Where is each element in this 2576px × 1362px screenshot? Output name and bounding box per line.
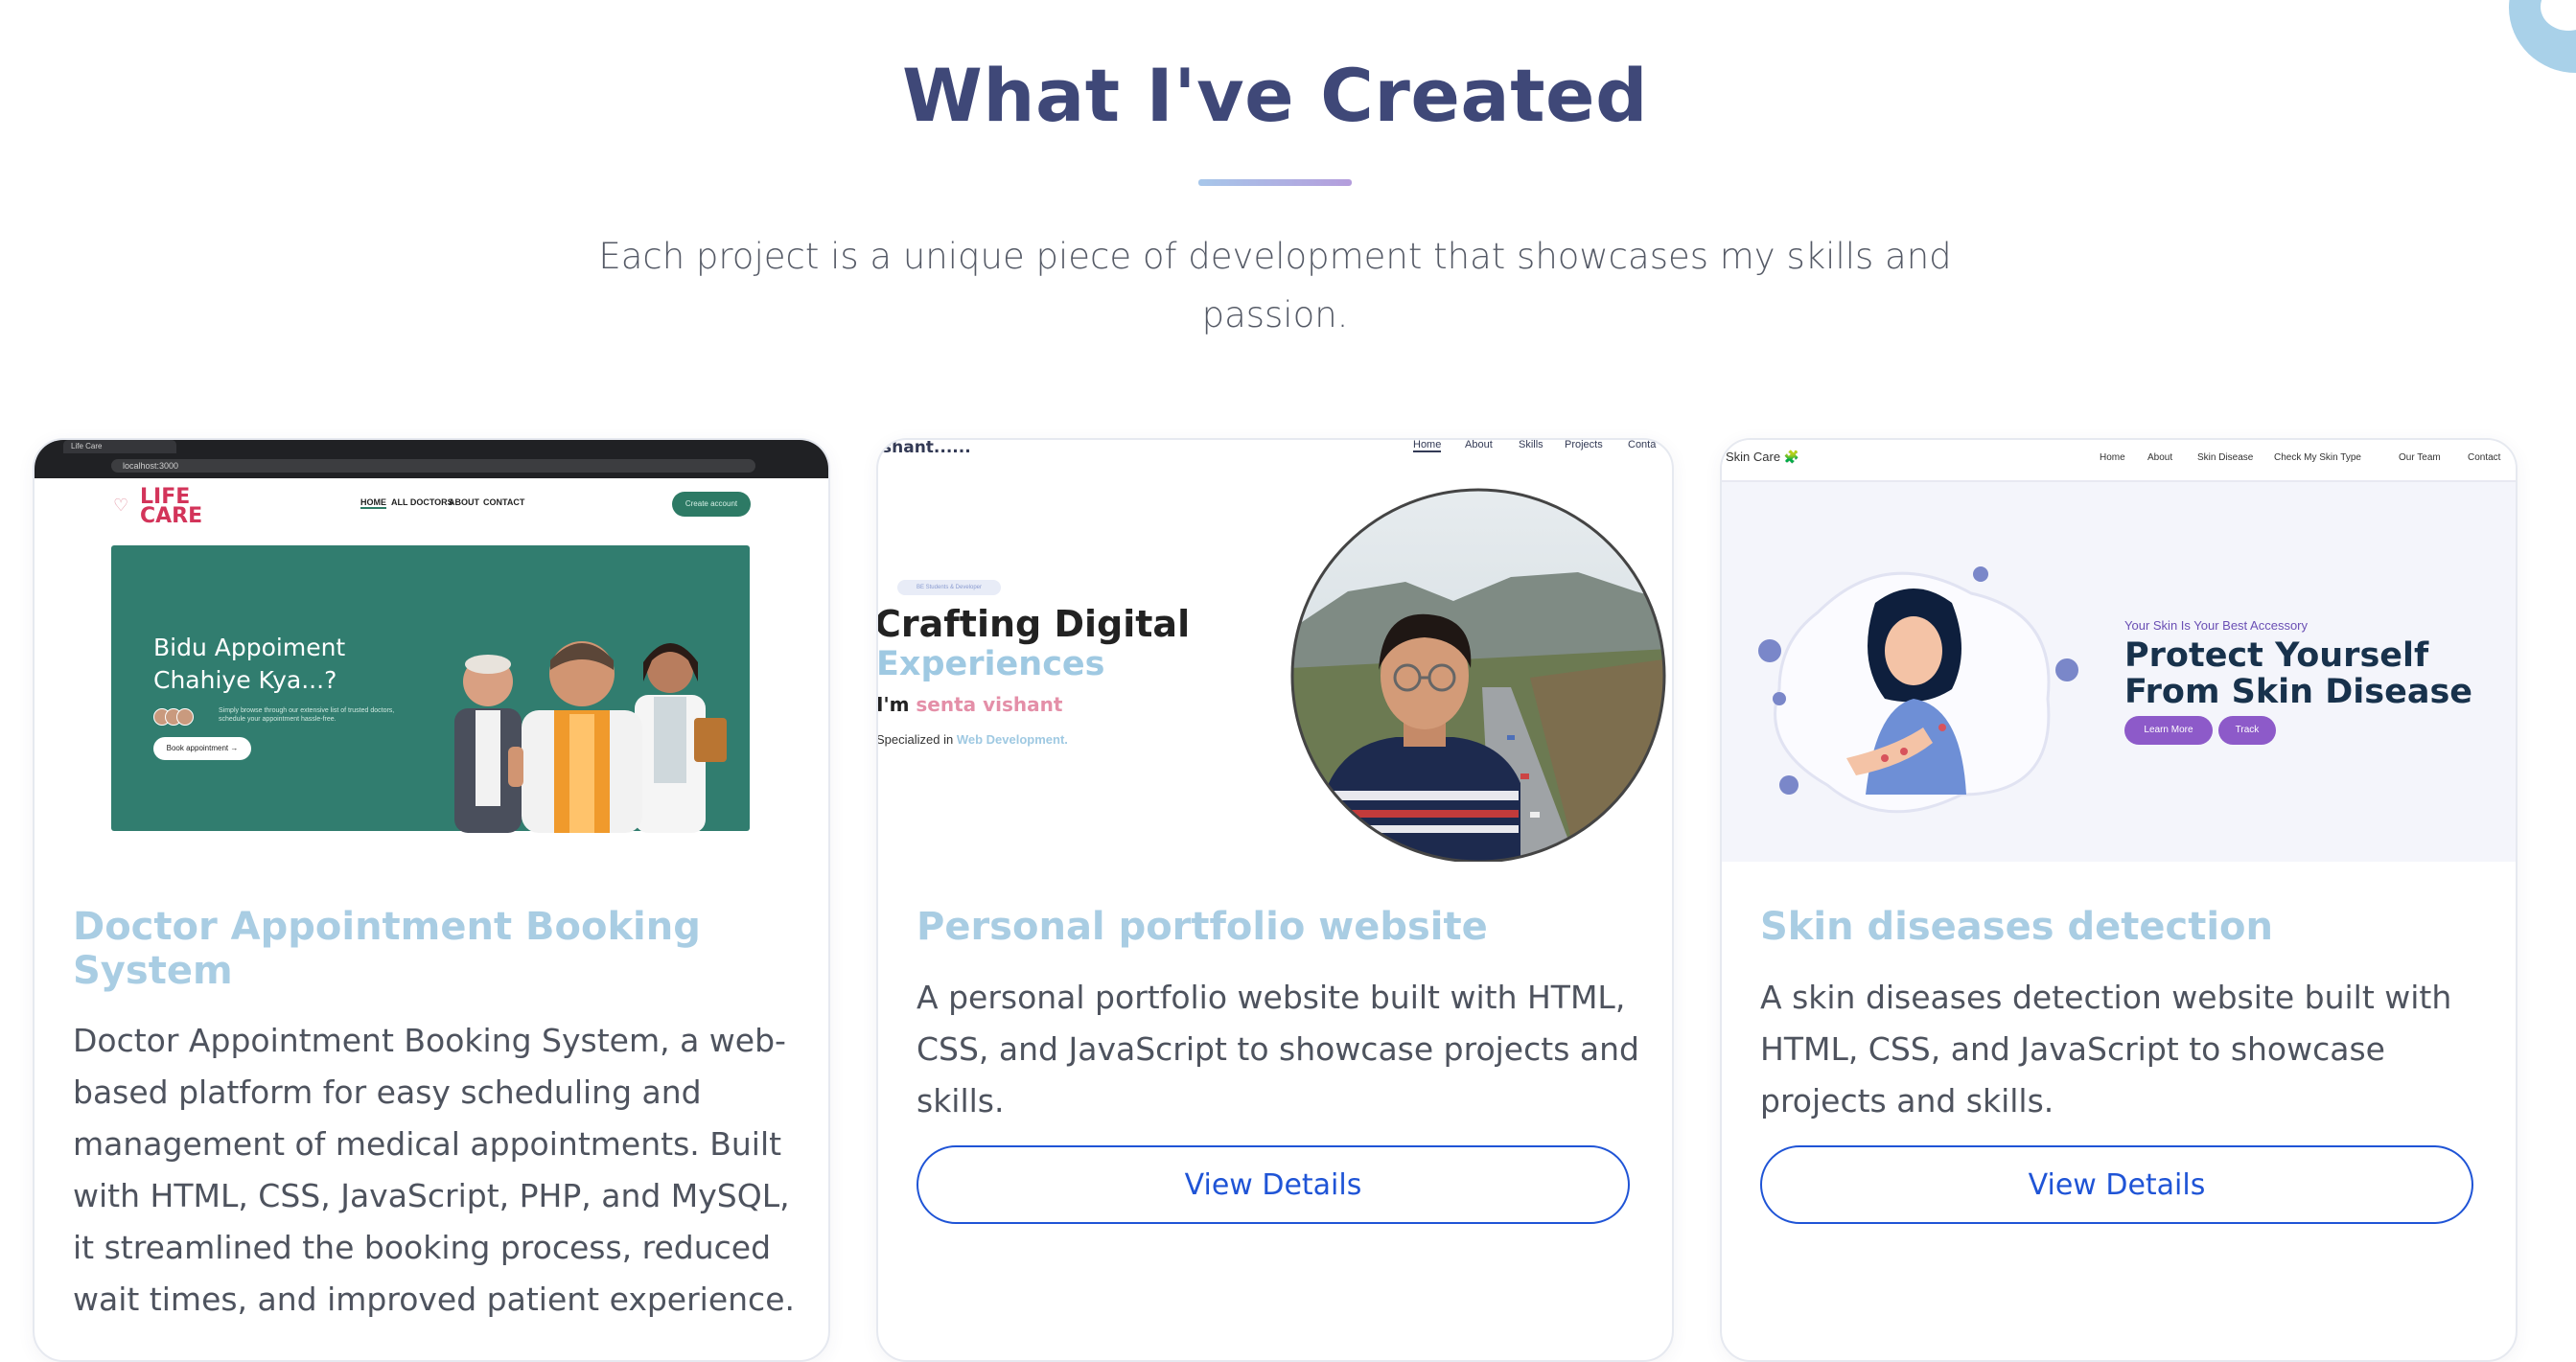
lifecare-menu-contact: CONTACT xyxy=(483,497,525,507)
portfolio-intro-name: senta vishant xyxy=(916,693,1063,716)
project-description: A skin diseases detection website built … xyxy=(1760,979,2452,1120)
skincare-track-button: Track xyxy=(2218,716,2276,745)
lifecare-menu-home: HOME xyxy=(360,497,386,509)
lifecare-menu-about: ABOUT xyxy=(449,497,479,507)
avatar-group xyxy=(153,708,194,730)
view-details-button[interactable]: View Details xyxy=(917,1145,1630,1224)
portfolio-headline-1: Crafting Digital xyxy=(878,603,1191,645)
skincare-brand: Skin Care 🧩 xyxy=(1726,450,1799,464)
browser-tab: Life Care xyxy=(63,440,176,453)
skincare-menu-our-team: Our Team xyxy=(2399,452,2441,463)
portfolio-menu-projects: Projects xyxy=(1565,440,1603,450)
lifecare-logo: LIFE CARE xyxy=(140,487,203,528)
skin-disease-illustration xyxy=(1758,566,2078,814)
portfolio-spec-value: Web Development. xyxy=(956,732,1068,747)
project-preview-doctor-appointment: Life Care localhost:3000 ♡ LIFE CARE HOM… xyxy=(35,440,828,862)
project-preview-portfolio: shant...... Home About Skills Projects C… xyxy=(878,440,1672,862)
section-title: What I've Created xyxy=(902,53,1648,138)
skincare-menu-home: Home xyxy=(2100,452,2125,463)
view-details-button[interactable]: View Details xyxy=(1760,1145,2473,1224)
portfolio-menu-contact: Conta xyxy=(1628,440,1657,450)
portfolio-logo: shant...... xyxy=(882,440,971,457)
skincare-navbar: Skin Care 🧩 Home About Skin Disease Chec… xyxy=(1722,440,2516,482)
logo-line-2: CARE xyxy=(140,504,203,528)
portfolio-headline-2: Experiences xyxy=(878,645,1105,683)
portfolio-menu-skills: Skills xyxy=(1519,440,1543,450)
browser-address-bar: localhost:3000 xyxy=(111,459,755,473)
heart-icon: ♡ xyxy=(113,496,129,515)
lifecare-hero: Bidu Appoiment Chahiye Kya...? Simply br… xyxy=(111,545,750,833)
project-title: Personal portfolio website xyxy=(917,905,1488,949)
skincare-menu-check-skin-type: Check My Skin Type xyxy=(2274,452,2361,463)
skincare-menu-contact: Contact xyxy=(2468,452,2501,463)
section-subtitle: Each project is a unique piece of develo… xyxy=(598,236,1952,335)
lifecare-menu-doctors: ALL DOCTORS xyxy=(391,497,453,507)
project-card-doctor-appointment[interactable]: Life Care localhost:3000 ♡ LIFE CARE HOM… xyxy=(33,438,830,1362)
doctors-illustration xyxy=(454,641,727,833)
profile-photo xyxy=(1290,488,1666,862)
browser-chrome: Life Care localhost:3000 xyxy=(35,440,828,478)
skincare-headline: Protect Yourself From Skin Disease xyxy=(2124,636,2473,711)
title-underline xyxy=(1198,179,1352,186)
lifecare-hero-title: Bidu Appoiment Chahiye Kya...? xyxy=(153,634,346,694)
project-description: A personal portfolio website built with … xyxy=(917,979,1639,1120)
skincare-tagline: Your Skin Is Your Best Accessory xyxy=(2124,618,2309,633)
portfolio-menu-home: Home xyxy=(1413,440,1442,452)
portfolio-tag: BE Students & Developer xyxy=(897,580,1001,595)
project-description: Doctor Appointment Booking System, a web… xyxy=(73,1022,795,1318)
portfolio-intro: I'm senta vishant xyxy=(878,693,1062,716)
project-preview-skin-disease: Skin Care 🧩 Home About Skin Disease Chec… xyxy=(1722,440,2516,862)
portfolio-intro-prefix: I'm xyxy=(878,693,910,716)
project-title: Doctor Appointment Booking System xyxy=(73,905,701,993)
project-card-skin-disease[interactable]: Skin Care 🧩 Home About Skin Disease Chec… xyxy=(1720,438,2518,1362)
lifecare-book-button: Book appointment → xyxy=(153,737,251,760)
lifecare-hero-text: Simply browse through our extensive list… xyxy=(219,707,395,723)
skincare-menu-about: About xyxy=(2147,452,2173,463)
project-card-portfolio[interactable]: shant...... Home About Skills Projects C… xyxy=(876,438,1674,1362)
project-title: Skin diseases detection xyxy=(1760,905,2273,949)
lifecare-login-button: Create account xyxy=(672,492,751,517)
portfolio-menu-about: About xyxy=(1465,440,1493,450)
portfolio-spec-prefix: Specialized in xyxy=(878,732,954,747)
skincare-learn-button: Learn More xyxy=(2124,716,2213,745)
portfolio-specialization: Specialized in Web Development. xyxy=(878,732,1068,747)
skincare-menu-skin-disease: Skin Disease xyxy=(2197,452,2254,463)
